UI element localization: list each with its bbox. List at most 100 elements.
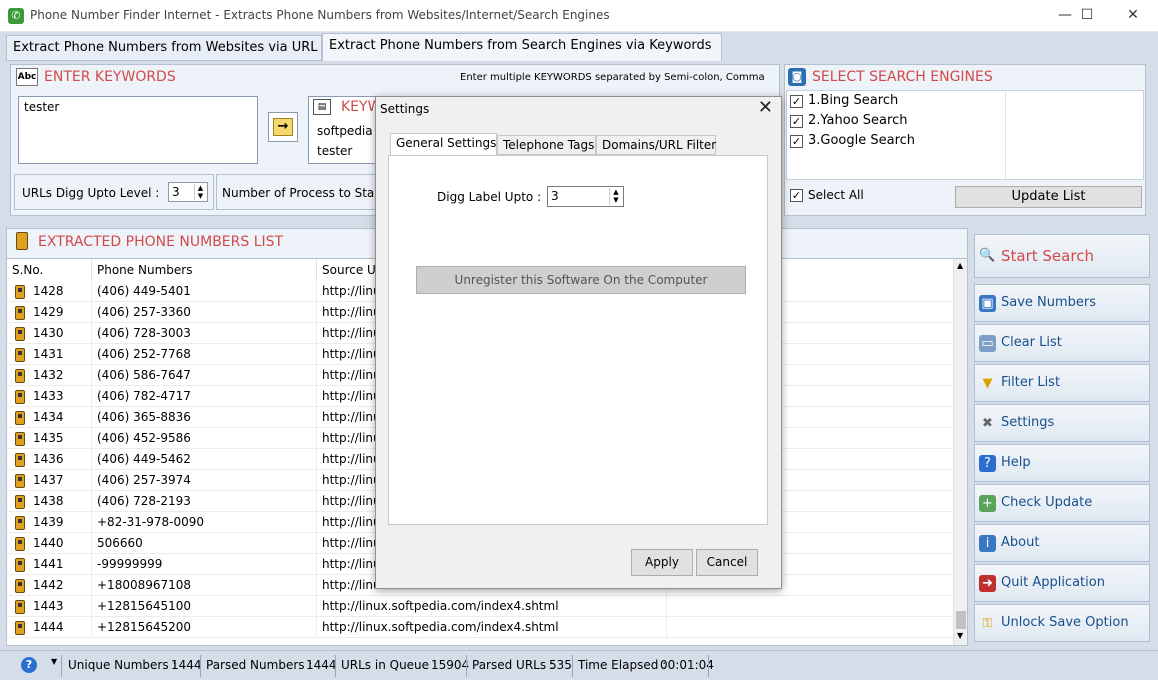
filter-list-button[interactable]: ▼ Filter List bbox=[974, 364, 1150, 402]
row-phone: +82-31-978-0090 bbox=[92, 512, 317, 533]
mobile-phone-icon bbox=[15, 285, 25, 299]
google-checkbox[interactable]: ✓ bbox=[790, 135, 803, 148]
save-numbers-button[interactable]: ▣ Save Numbers bbox=[974, 284, 1150, 322]
extracted-list-header: EXTRACTED PHONE NUMBERS LIST bbox=[38, 234, 284, 250]
row-sno: 1433 bbox=[33, 389, 64, 403]
unlock-save-option-button[interactable]: ⚿ Unlock Save Option bbox=[974, 604, 1150, 642]
arrow-right-icon: → bbox=[273, 118, 293, 136]
row-source: http://linux.softpedia.com/index4.shtml bbox=[317, 596, 667, 617]
start-search-button[interactable]: 🔍 Start Search bbox=[974, 234, 1150, 278]
row-sno: 1435 bbox=[33, 431, 64, 445]
keyword-list[interactable]: ▤ KEYW softpedia tester bbox=[308, 96, 381, 164]
row-phone: (406) 257-3360 bbox=[92, 302, 317, 323]
row-sno-cell: 1432 bbox=[7, 365, 92, 386]
digg-level-stepper[interactable]: 3 ▲ ▼ bbox=[168, 182, 208, 202]
check-update-button[interactable]: + Check Update bbox=[974, 484, 1150, 522]
row-sno-cell: 1434 bbox=[7, 407, 92, 428]
status-separator bbox=[61, 655, 62, 677]
mobile-phone-icon bbox=[15, 516, 25, 530]
row-sno: 1438 bbox=[33, 494, 64, 508]
settings-button[interactable]: ✖ Settings bbox=[974, 404, 1150, 442]
dropdown-arrow-icon[interactable]: ▼ bbox=[51, 657, 57, 666]
key-icon: ⚿ bbox=[982, 616, 993, 631]
row-phone: (406) 452-9586 bbox=[92, 428, 317, 449]
tab-websites-url[interactable]: Extract Phone Numbers from Websites via … bbox=[6, 35, 322, 61]
about-button[interactable]: i About bbox=[974, 524, 1150, 562]
row-phone: (406) 257-3974 bbox=[92, 470, 317, 491]
cancel-button[interactable]: Cancel bbox=[696, 549, 758, 576]
column-header-sno[interactable]: S.No. bbox=[7, 259, 92, 281]
tab-domains-url-filter[interactable]: Domains/URL Filter bbox=[596, 135, 716, 155]
row-sno: 1434 bbox=[33, 410, 64, 424]
scroll-down-icon[interactable]: ▼ bbox=[957, 631, 963, 640]
spin-arrows-icon[interactable]: ▲ ▼ bbox=[609, 188, 622, 205]
select-all-checkbox[interactable]: ✓ bbox=[790, 189, 803, 202]
scroll-up-icon[interactable]: ▲ bbox=[957, 261, 963, 270]
bing-checkbox[interactable]: ✓ bbox=[790, 95, 803, 108]
about-icon: i bbox=[979, 535, 996, 552]
side-button-label: Save Numbers bbox=[1001, 295, 1097, 310]
row-phone: (406) 586-7647 bbox=[92, 365, 317, 386]
row-phone: +18008967108 bbox=[92, 575, 317, 596]
keyword-input[interactable]: tester bbox=[18, 96, 258, 164]
help-button[interactable]: ? Help bbox=[974, 444, 1150, 482]
keyword-list-item[interactable]: tester bbox=[317, 144, 352, 158]
keyboard-icon: ▤ bbox=[313, 99, 331, 115]
scroll-thumb[interactable] bbox=[956, 611, 966, 629]
row-sno-cell: 1437 bbox=[7, 470, 92, 491]
add-keyword-button[interactable]: → bbox=[268, 112, 298, 142]
row-sno: 1443 bbox=[33, 599, 64, 613]
magnifier-icon: 🔍 bbox=[979, 248, 996, 263]
yahoo-checkbox[interactable]: ✓ bbox=[790, 115, 803, 128]
mobile-phone-icon bbox=[15, 537, 25, 551]
time-elapsed-value: 00:01:04 bbox=[660, 658, 714, 672]
row-sno-cell: 1439 bbox=[7, 512, 92, 533]
row-sno-cell: 1440 bbox=[7, 533, 92, 554]
general-settings-page: Digg Label Upto : 3 ▲ ▼ Unregister this S… bbox=[388, 155, 768, 525]
table-row[interactable]: 1443 +12815645100 http://linux.softpedia.c… bbox=[7, 596, 955, 617]
table-row[interactable]: 1444 +12815645200 http://linux.softpedia.c… bbox=[7, 617, 955, 638]
mobile-phone-icon bbox=[15, 474, 25, 488]
tab-search-engines-keywords[interactable]: Extract Phone Numbers from Search Engine… bbox=[322, 33, 722, 61]
row-phone: +12815645200 bbox=[92, 617, 317, 638]
clear-list-button[interactable]: ▭ Clear List bbox=[974, 324, 1150, 362]
spin-arrows-icon[interactable]: ▲ ▼ bbox=[194, 184, 206, 200]
mobile-phone-icon bbox=[15, 327, 25, 341]
apply-button[interactable]: Apply bbox=[631, 549, 693, 576]
keyword-list-item[interactable]: softpedia bbox=[317, 124, 373, 138]
dialog-close-icon[interactable]: ✕ bbox=[758, 97, 773, 118]
row-sno-cell: 1444 bbox=[7, 617, 92, 638]
tab-telephone-tags[interactable]: Telephone Tags bbox=[497, 135, 596, 155]
side-button-label: Unlock Save Option bbox=[1001, 615, 1129, 630]
enter-keywords-header: ENTER KEYWORDS bbox=[44, 69, 176, 85]
unregister-button[interactable]: Unregister this Software On the Computer bbox=[416, 266, 746, 294]
unique-numbers-value: 1444 bbox=[171, 658, 202, 672]
mobile-phone-icon bbox=[15, 495, 25, 509]
row-phone: (406) 449-5401 bbox=[92, 281, 317, 302]
update-list-button[interactable]: Update List bbox=[955, 186, 1142, 208]
digg-level-value: 3 bbox=[172, 185, 180, 199]
mobile-phone-icon bbox=[15, 369, 25, 383]
column-header-phone[interactable]: Phone Numbers bbox=[92, 259, 317, 281]
status-bar: ? ▼ Unique Numbers : 1444 Parsed Numbers… bbox=[0, 650, 1158, 680]
select-all-label: Select All bbox=[808, 188, 864, 202]
row-sno-cell: 1430 bbox=[7, 323, 92, 344]
time-elapsed-label: Time Elapsed : bbox=[578, 658, 667, 672]
unique-numbers-label: Unique Numbers : bbox=[68, 658, 177, 672]
mobile-phone-icon bbox=[15, 348, 25, 362]
mobile-phone-icon bbox=[15, 579, 25, 593]
mobile-phone-icon bbox=[16, 232, 28, 250]
close-button[interactable]: ✕ bbox=[1110, 0, 1156, 32]
urls-in-queue-label: URLs in Queue : bbox=[341, 658, 437, 672]
digg-label-stepper[interactable]: 3 ▲ ▼ bbox=[547, 186, 624, 207]
tab-general-settings[interactable]: General Settings bbox=[390, 133, 497, 156]
row-sno: 1442 bbox=[33, 578, 64, 592]
row-sno-cell: 1442 bbox=[7, 575, 92, 596]
maximize-button[interactable]: ☐ bbox=[1064, 0, 1110, 32]
help-status-icon[interactable]: ? bbox=[21, 657, 37, 673]
status-separator bbox=[200, 655, 201, 677]
row-source: http://linux.softpedia.com/index4.shtml bbox=[317, 617, 667, 638]
vertical-scrollbar[interactable]: ▲ ▼ bbox=[953, 259, 967, 645]
quit-application-button[interactable]: ➜ Quit Application bbox=[974, 564, 1150, 602]
row-sno-cell: 1433 bbox=[7, 386, 92, 407]
